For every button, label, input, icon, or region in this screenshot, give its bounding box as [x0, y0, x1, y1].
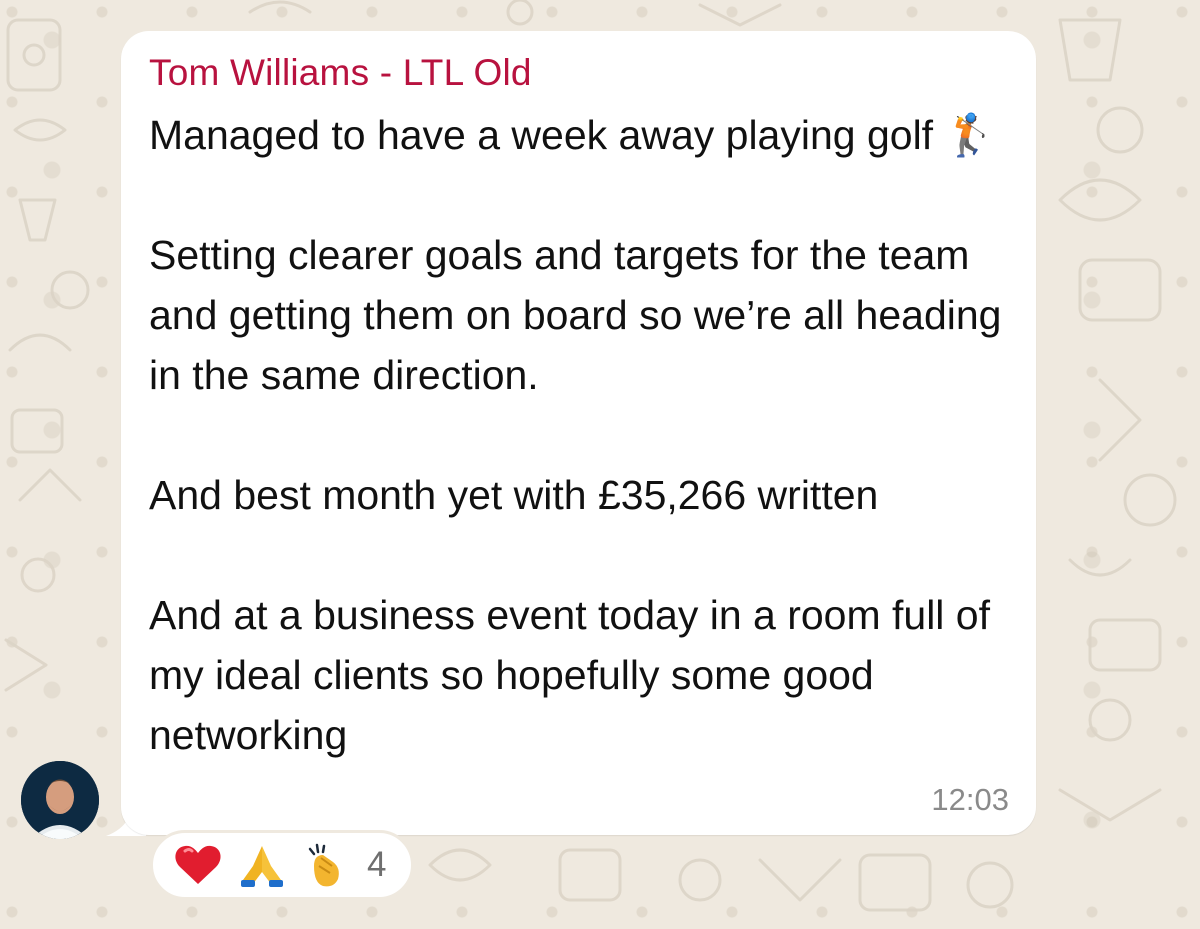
avatar[interactable]: [21, 761, 99, 839]
reaction-count: 4: [367, 845, 387, 884]
reaction-pill[interactable]: 4: [150, 830, 414, 900]
clap-reaction[interactable]: [299, 838, 353, 892]
message-bubble[interactable]: Tom Williams - LTL Old Managed to have a…: [121, 31, 1036, 835]
heart-reaction[interactable]: [171, 838, 225, 892]
message-timestamp: 12:03: [931, 782, 1009, 817]
message-text: Managed to have a week away playing golf…: [149, 112, 1002, 758]
heart-icon: [175, 845, 221, 884]
praying-hands-icon: [241, 846, 283, 887]
sender-name[interactable]: Tom Williams - LTL Old: [149, 53, 1008, 93]
profile-photo-icon: [21, 761, 99, 839]
pray-reaction[interactable]: [235, 838, 289, 892]
clapping-hands-icon: [308, 843, 339, 887]
